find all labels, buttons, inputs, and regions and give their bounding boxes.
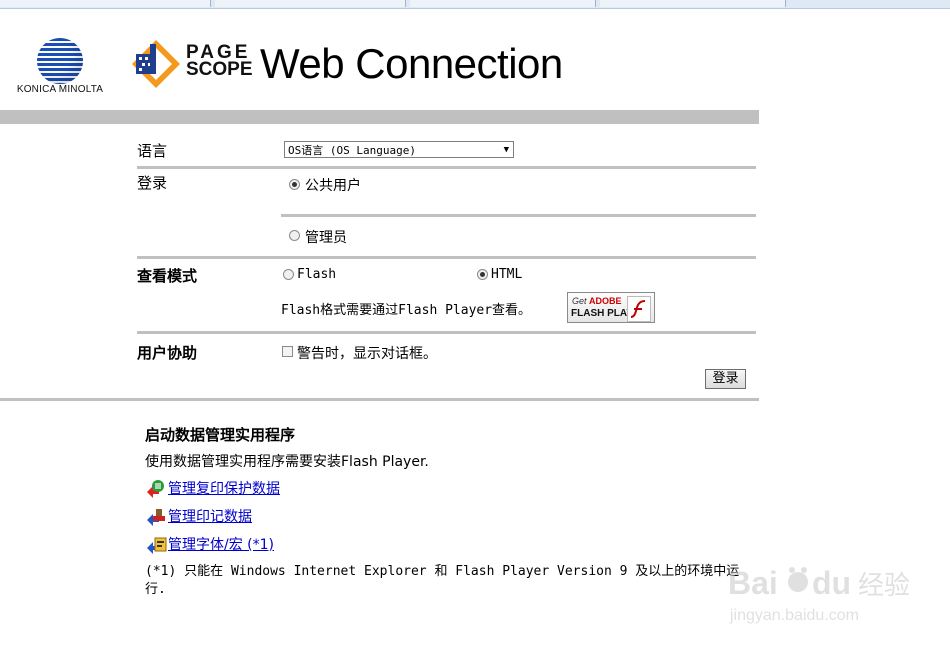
- pagescope-logo-icon: [132, 40, 180, 88]
- flash-badge-adobe: ADOBE: [589, 296, 622, 306]
- row-separator: [137, 331, 756, 334]
- browser-tab[interactable]: [0, 0, 211, 7]
- flash-mode-label: Flash: [297, 267, 337, 282]
- warning-dialog-checkbox[interactable]: [282, 346, 293, 357]
- public-user-label: 公共用户: [305, 178, 361, 194]
- header-divider: [0, 110, 759, 124]
- dropdown-arrow-icon: ▼: [503, 145, 509, 155]
- pagescope-line2: SCOPE: [186, 59, 253, 80]
- flash-badge-top: Get ADOBE: [572, 296, 622, 306]
- login-button[interactable]: 登录: [705, 369, 746, 389]
- browser-tab-strip: [0, 0, 950, 9]
- browser-tab[interactable]: [410, 0, 596, 7]
- copy-protect-icon: [147, 480, 164, 498]
- html-mode-label: HTML: [491, 267, 523, 282]
- flash-player-icon: [627, 296, 651, 322]
- warning-dialog-label: 警告时，显示对话框。: [297, 346, 437, 362]
- browser-tab[interactable]: [215, 0, 406, 7]
- page-title: Web Connection: [260, 40, 563, 87]
- row-separator: [137, 256, 756, 259]
- konica-minolta-logo: KONICA MINOLTA: [12, 38, 108, 98]
- konica-minolta-wordmark: KONICA MINOLTA: [16, 84, 104, 95]
- html-mode-radio[interactable]: [477, 269, 488, 280]
- row-separator: [281, 214, 756, 217]
- get-flash-player-button[interactable]: Get ADOBE FLASH PLAYER: [567, 292, 655, 323]
- login-label: 登录: [137, 174, 168, 192]
- language-label: 语言: [137, 142, 168, 160]
- svg-text:Bai: Bai: [728, 565, 778, 601]
- user-assist-label: 用户协助: [137, 344, 198, 362]
- row-separator: [137, 166, 756, 169]
- font-macro-icon: [147, 537, 167, 554]
- form-bottom-divider: [0, 398, 759, 401]
- konica-minolta-globe-icon: [37, 38, 83, 84]
- stamp-link[interactable]: 管理印记数据: [168, 506, 252, 526]
- font-macro-link[interactable]: 管理字体/宏 (*1): [168, 534, 274, 554]
- svg-text:jingyan.baidu.com: jingyan.baidu.com: [729, 607, 859, 624]
- view-mode-label: 查看模式: [137, 267, 198, 285]
- data-utility-description: 使用数据管理实用程序需要安装Flash Player.: [145, 454, 429, 470]
- language-selected-value: OS语言 (OS Language): [288, 144, 416, 157]
- data-utility-title: 启动数据管理实用程序: [145, 426, 296, 444]
- flash-mode-radio[interactable]: [283, 269, 294, 280]
- language-select[interactable]: OS语言 (OS Language) ▼: [284, 141, 514, 158]
- administrator-radio[interactable]: [289, 230, 300, 241]
- flash-note: Flash格式需要通过Flash Player查看。: [281, 303, 532, 318]
- administrator-label: 管理员: [305, 230, 347, 246]
- svg-text:经验: 经验: [858, 571, 910, 601]
- compatibility-note: (*1) 只能在 Windows Internet Explorer 和 Fla…: [145, 564, 740, 597]
- copy-protect-link[interactable]: 管理复印保护数据: [168, 478, 280, 498]
- stamp-icon: [147, 509, 165, 526]
- pagescope-wordmark: PAGE SCOPE: [186, 43, 253, 80]
- baidu-jingyan-watermark: Bai du 经验 jingyan.baidu.com: [728, 565, 910, 624]
- svg-text:du: du: [812, 565, 851, 601]
- browser-tab[interactable]: [600, 0, 786, 7]
- public-user-radio[interactable]: [289, 179, 300, 190]
- flash-badge-get: Get: [572, 296, 587, 306]
